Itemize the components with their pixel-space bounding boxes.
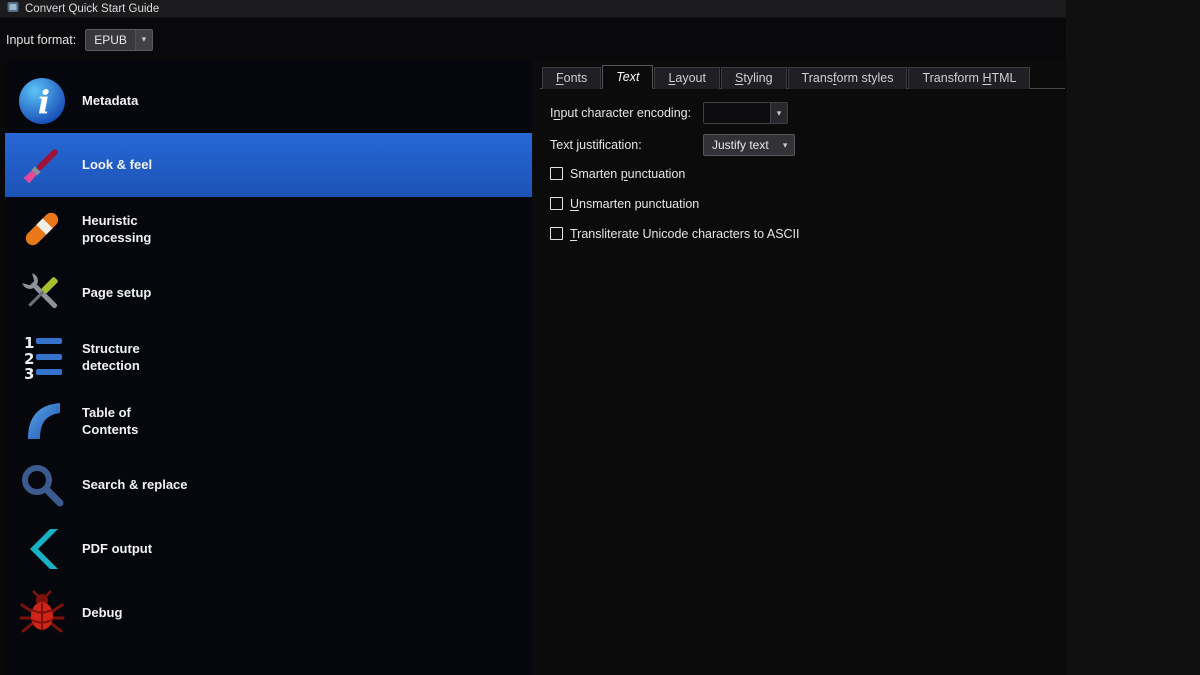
tab-text[interactable]: Text xyxy=(602,65,653,89)
unsmarten-punctuation-row: Unsmarten punctuation xyxy=(550,196,1065,211)
smarten-punctuation-label: Smarten punctuation xyxy=(570,167,685,181)
info-icon: i xyxy=(18,77,66,125)
chevron-teal-icon xyxy=(18,525,66,573)
sidebar-item-label: Metadata xyxy=(82,92,138,109)
sidebar-item-label: Heuristic processing xyxy=(82,212,188,246)
sidebar-item-label: Search & replace xyxy=(82,476,188,493)
input-format-label: Input format: xyxy=(6,33,76,47)
sidebar-item-label: Structure detection xyxy=(82,340,188,374)
sidebar-item-heuristic-processing[interactable]: Heuristic processing xyxy=(5,197,532,261)
sidebar-item-debug[interactable]: Debug xyxy=(5,581,532,645)
unsmarten-punctuation-label: Unsmarten punctuation xyxy=(570,197,699,211)
tab-fonts[interactable]: Fonts xyxy=(542,67,601,89)
titlebar: Convert Quick Start Guide xyxy=(0,0,1066,18)
chevron-down-icon: ▾ xyxy=(135,30,152,50)
justification-label: Text justification: xyxy=(550,138,703,152)
justification-row: Text justification: Justify text ▾ xyxy=(550,134,1065,156)
desktop: Convert Quick Start Guide Input format: … xyxy=(0,0,1200,675)
checkbox-smarten-punctuation[interactable] xyxy=(550,167,563,180)
bug-icon xyxy=(18,589,66,637)
input-format-row: Input format: EPUB ▾ xyxy=(0,18,1066,61)
sidebar-item-label: Table of Contents xyxy=(82,404,188,438)
encoding-label: Input character encoding: xyxy=(550,106,703,120)
encoding-select[interactable]: ▾ xyxy=(703,102,788,124)
tabbar: Fonts Text Layout Styling Transform styl… xyxy=(540,65,1065,89)
splitter xyxy=(532,61,540,675)
input-format-select[interactable]: EPUB ▾ xyxy=(85,29,153,51)
numbered-list-icon: 1 2 3 xyxy=(18,333,66,381)
svg-text:i: i xyxy=(38,83,50,121)
main-area: i Metadata xyxy=(5,61,1065,675)
text-tab-content: Input character encoding: ▾ Text justifi… xyxy=(540,89,1065,256)
chevron-down-icon: ▾ xyxy=(770,103,787,123)
svg-text:3: 3 xyxy=(24,365,34,381)
sidebar-item-label: PDF output xyxy=(82,540,152,557)
chevron-down-icon: ▾ xyxy=(777,135,794,155)
toc-swoosh-icon xyxy=(18,397,66,445)
checkbox-transliterate-unicode[interactable] xyxy=(550,227,563,240)
tools-icon xyxy=(18,269,66,317)
justification-value: Justify text xyxy=(704,138,777,152)
convert-dialog: Convert Quick Start Guide Input format: … xyxy=(0,0,1066,675)
input-format-value: EPUB xyxy=(86,33,135,47)
window-title: Convert Quick Start Guide xyxy=(25,3,159,15)
sidebar-item-structure-detection[interactable]: 1 2 3 Structure detection xyxy=(5,325,532,389)
smarten-punctuation-row: Smarten punctuation xyxy=(550,166,1065,181)
sidebar-item-table-of-contents[interactable]: Table of Contents xyxy=(5,389,532,453)
justification-select[interactable]: Justify text ▾ xyxy=(703,134,795,156)
convert-window-icon xyxy=(7,0,19,18)
sidebar-item-label: Look & feel xyxy=(82,156,152,173)
settings-panel: Fonts Text Layout Styling Transform styl… xyxy=(540,61,1065,675)
sidebar-item-look-and-feel[interactable]: Look & feel xyxy=(5,133,532,197)
sidebar-item-page-setup[interactable]: Page setup xyxy=(5,261,532,325)
sidebar-item-label: Page setup xyxy=(82,284,151,301)
sidebar-item-metadata[interactable]: i Metadata xyxy=(5,69,532,133)
tab-layout[interactable]: Layout xyxy=(654,67,720,89)
sidebar-item-search-and-replace[interactable]: Search & replace xyxy=(5,453,532,517)
tab-transform-styles[interactable]: Transform styles xyxy=(788,67,908,89)
tab-styling[interactable]: Styling xyxy=(721,67,787,89)
tab-transform-html[interactable]: Transform HTML xyxy=(908,67,1030,89)
brush-icon xyxy=(18,141,66,189)
heuristic-icon xyxy=(18,205,66,253)
sidebar: i Metadata xyxy=(5,61,532,675)
transliterate-unicode-row: Transliterate Unicode characters to ASCI… xyxy=(550,226,1065,241)
sidebar-item-pdf-output[interactable]: PDF output xyxy=(5,517,532,581)
transliterate-unicode-label: Transliterate Unicode characters to ASCI… xyxy=(570,227,800,241)
checkbox-unsmarten-punctuation[interactable] xyxy=(550,197,563,210)
encoding-row: Input character encoding: ▾ xyxy=(550,102,1065,124)
magnifier-icon xyxy=(18,461,66,509)
sidebar-item-label: Debug xyxy=(82,604,122,621)
